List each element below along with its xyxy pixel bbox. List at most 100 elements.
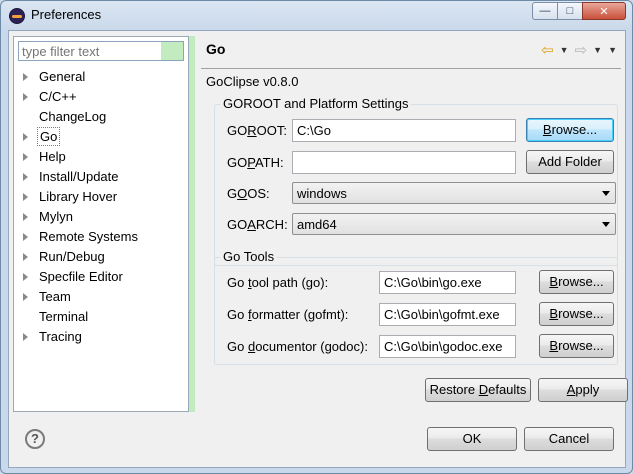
title-bar[interactable]: Preferences — □ ✕ — [1, 1, 632, 29]
label-part: rowse... — [558, 338, 604, 353]
tree-item[interactable]: Terminal — [14, 307, 188, 327]
back-arrow-icon[interactable]: ⇦ — [541, 41, 554, 59]
filter-input[interactable] — [19, 42, 159, 60]
dropdown-arrow-icon — [602, 191, 610, 196]
goroot-input[interactable]: C:\Go — [292, 119, 516, 142]
label-part: OS: — [247, 186, 270, 201]
label-part: Go — [227, 275, 248, 290]
tree-item[interactable]: Tracing — [14, 327, 188, 347]
header-separator — [201, 68, 621, 69]
goroot-browse-button[interactable]: Browse... — [526, 118, 614, 142]
mnemonic: B — [549, 338, 559, 353]
expand-arrow-icon[interactable] — [23, 133, 28, 141]
tree-item[interactable]: Go — [14, 127, 188, 147]
dialog-body: General C/C++ ChangeLog Go Help Install/Updat… — [8, 30, 628, 468]
go-formatter-label: Go formatter (gofmt): — [227, 307, 348, 322]
help-icon[interactable]: ? — [25, 429, 45, 449]
preference-tree: General C/C++ ChangeLog Go Help Install/Updat… — [14, 67, 188, 347]
tree-item[interactable]: ChangeLog — [14, 107, 188, 127]
sash[interactable] — [189, 36, 195, 412]
mnemonic: B — [549, 274, 559, 289]
go-tools-group-title: Go Tools — [220, 249, 278, 264]
tree-item[interactable]: Specfile Editor — [14, 267, 188, 287]
mnemonic: D — [478, 382, 489, 397]
label-part: rowse... — [551, 122, 598, 137]
expand-arrow-icon[interactable] — [23, 73, 28, 81]
goarch-select[interactable]: amd64 — [292, 213, 616, 235]
label-part: ool path (go): — [251, 275, 329, 290]
maximize-icon: □ — [566, 5, 574, 17]
apply-button[interactable]: Apply — [538, 378, 628, 402]
go-documentor-label: Go documentor (godoc): — [227, 339, 368, 354]
expand-arrow-icon[interactable] — [23, 253, 28, 261]
view-menu-icon[interactable]: ▼ — [608, 45, 617, 55]
mnemonic: R — [247, 123, 257, 138]
goroot-label: GOROOT: — [227, 123, 287, 138]
tree-item[interactable]: C/C++ — [14, 87, 188, 107]
goroot-group-title: GOROOT and Platform Settings — [220, 96, 412, 111]
tree-item[interactable]: Install/Update — [14, 167, 188, 187]
label-part: rowse... — [558, 274, 604, 289]
close-button[interactable]: ✕ — [582, 2, 626, 20]
label-part: Go — [227, 339, 248, 354]
expand-arrow-icon[interactable] — [23, 293, 28, 301]
go-documentor-browse-button[interactable]: Browse... — [539, 334, 614, 358]
go-documentor-input[interactable]: C:\Go\bin\godoc.exe — [379, 335, 516, 358]
forward-menu-icon[interactable]: ▼ — [593, 45, 602, 55]
close-icon: ✕ — [599, 5, 609, 18]
minimize-button[interactable]: — — [532, 2, 558, 20]
tree-item-label: Remote Systems — [39, 229, 138, 244]
restore-defaults-button[interactable]: Restore Defaults — [425, 378, 531, 402]
expand-arrow-icon[interactable] — [23, 93, 28, 101]
expand-arrow-icon[interactable] — [23, 193, 28, 201]
tree-item-label: Specfile Editor — [39, 269, 123, 284]
goarch-label: GOARCH: — [227, 217, 288, 232]
clear-filter-icon[interactable] — [161, 42, 183, 60]
tree-item[interactable]: General — [14, 67, 188, 87]
tree-item-label: Terminal — [39, 309, 89, 324]
preferences-window: Preferences — □ ✕ GeneralC/C++ChangeLogG… — [0, 0, 633, 474]
tree-item[interactable]: Team — [14, 287, 188, 307]
tree-item-label: ChangeLog — [39, 109, 107, 124]
tree-item[interactable]: Remote Systems — [14, 227, 188, 247]
go-tool-path-label: Go tool path (go): — [227, 275, 328, 290]
label-part: RCH: — [255, 217, 288, 232]
tree-item-label: Go — [37, 127, 61, 146]
expand-arrow-icon[interactable] — [23, 173, 28, 181]
filter-field[interactable] — [18, 41, 184, 61]
ok-button[interactable]: OK — [427, 427, 517, 451]
maximize-button[interactable]: □ — [557, 2, 583, 20]
goos-select[interactable]: windows — [292, 182, 616, 204]
expand-arrow-icon[interactable] — [23, 273, 28, 281]
mnemonic: B — [549, 306, 559, 321]
expand-arrow-icon[interactable] — [23, 213, 28, 221]
go-formatter-input[interactable]: C:\Go\bin\gofmt.exe — [379, 303, 516, 326]
go-tool-path-input[interactable]: C:\Go\bin\go.exe — [379, 271, 516, 294]
tree-item-label: C/C++ — [39, 89, 77, 104]
label-part: ocumentor (godoc): — [255, 339, 368, 354]
tree-item[interactable]: Run/Debug — [14, 247, 188, 267]
gopath-input[interactable] — [292, 151, 516, 174]
tree-item-label: Help — [39, 149, 66, 164]
expand-arrow-icon[interactable] — [23, 153, 28, 161]
mnemonic: A — [247, 217, 256, 232]
label-part: GO — [227, 123, 248, 138]
expand-arrow-icon[interactable] — [23, 233, 28, 241]
mnemonic: B — [542, 122, 552, 137]
go-formatter-browse-button[interactable]: Browse... — [539, 302, 614, 326]
expand-arrow-icon[interactable] — [23, 333, 28, 341]
label-part: GO — [227, 155, 248, 170]
add-folder-button[interactable]: Add Folder — [526, 150, 614, 174]
tree-item-label: Run/Debug — [39, 249, 105, 264]
go-tool-browse-button[interactable]: Browse... — [539, 270, 614, 294]
label-part: pply — [575, 382, 600, 397]
cancel-button[interactable]: Cancel — [524, 427, 614, 451]
back-menu-icon[interactable]: ▼ — [560, 45, 569, 55]
tree-item[interactable]: Help — [14, 147, 188, 167]
forward-arrow-icon[interactable]: ⇨ — [575, 41, 588, 59]
window-title: Preferences — [31, 7, 102, 22]
tree-item[interactable]: Mylyn — [14, 207, 188, 227]
page-title: Go — [206, 41, 226, 57]
tree-item[interactable]: Library Hover — [14, 187, 188, 207]
tree-item-label: Team — [39, 289, 71, 304]
